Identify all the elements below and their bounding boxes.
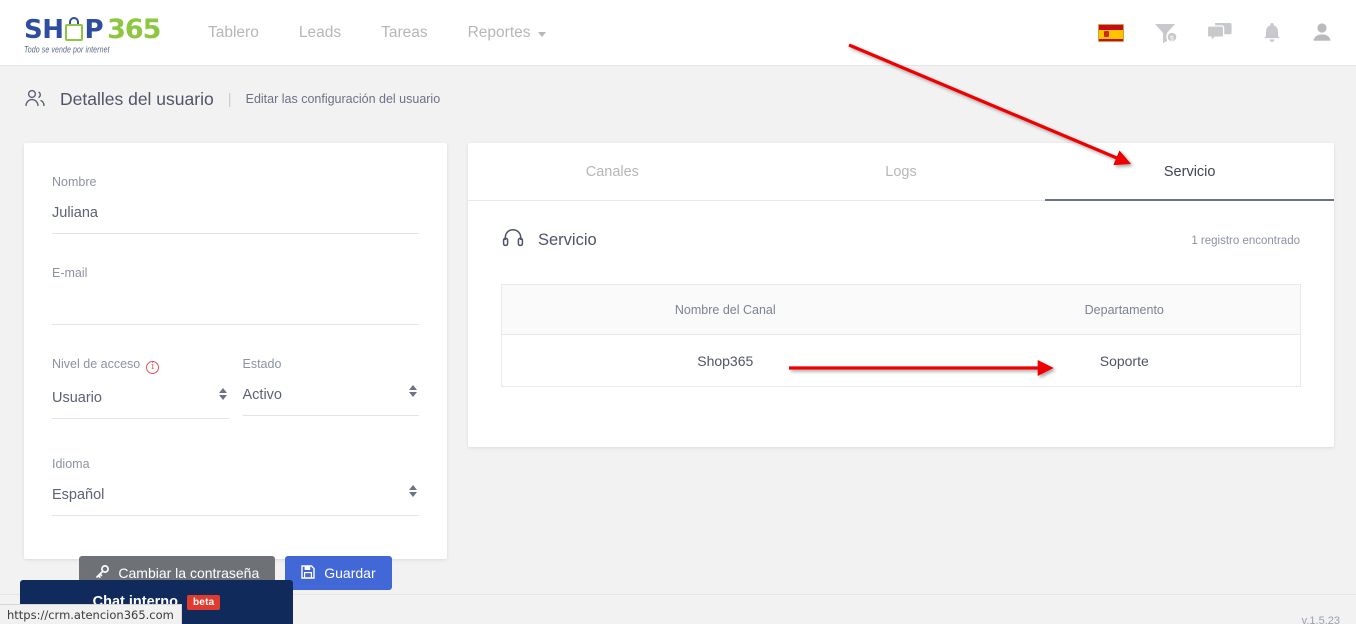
nivel-acceso-select[interactable]: Usuario — [52, 386, 229, 419]
logo-text-365: 365 — [107, 14, 161, 45]
menu-item-leads[interactable]: Leads — [279, 24, 361, 42]
flag-es-icon[interactable] — [1098, 24, 1124, 42]
app-logo[interactable]: SH P 365 Todo se vende por internet — [24, 12, 164, 56]
main-menu: Tablero Leads Tareas Reportes — [188, 0, 566, 66]
table-body: Shop365 Soporte — [502, 335, 1301, 387]
select-arrows-icon — [409, 485, 417, 497]
bell-icon[interactable] — [1262, 22, 1282, 44]
nombre-input[interactable] — [52, 201, 419, 225]
field-label-nivel-acceso: Nivel de acceso i — [52, 357, 229, 374]
user-icon[interactable] — [1312, 22, 1332, 44]
chat-icon[interactable] — [1208, 22, 1232, 44]
tab-label: Logs — [885, 163, 917, 180]
select-arrows-icon — [218, 388, 227, 400]
select-arrows-icon — [409, 385, 417, 397]
logo-text-shop: SH — [24, 14, 64, 45]
field-idioma: Idioma Español — [52, 457, 419, 516]
headset-icon — [502, 227, 524, 254]
tab-servicio[interactable]: Servicio — [1045, 143, 1334, 201]
info-circle-icon[interactable]: i — [146, 361, 160, 374]
nav-icon-group: $ — [1098, 0, 1332, 66]
page-root: SH P 365 Todo se vende por internet Tabl… — [0, 0, 1356, 624]
menu-item-label: Tareas — [381, 24, 428, 41]
field-nombre: Nombre — [52, 175, 419, 234]
tab-canales[interactable]: Canales — [468, 143, 757, 200]
logo-tagline: Todo se vende por internet — [24, 45, 110, 55]
field-underline — [52, 324, 419, 325]
save-button[interactable]: Guardar — [285, 556, 392, 590]
field-underline — [52, 418, 229, 419]
service-section-header: Servicio 1 registro encontrado — [468, 201, 1334, 254]
svg-text:$: $ — [1170, 34, 1174, 42]
menu-item-reportes[interactable]: Reportes — [448, 24, 566, 42]
column-header-departamento[interactable]: Departamento — [948, 284, 1301, 335]
form-row-access-state: Nivel de acceso i Usuario Estado Activo — [52, 357, 419, 425]
table-header-row: Nombre del Canal Departamento — [501, 284, 1301, 335]
menu-item-label: Reportes — [467, 24, 531, 41]
estado-value: Activo — [242, 387, 283, 403]
idioma-value: Español — [52, 487, 105, 503]
field-underline — [242, 415, 419, 416]
funnel-dollar-icon[interactable]: $ — [1154, 22, 1178, 44]
field-label-nombre: Nombre — [52, 175, 97, 189]
save-icon — [301, 564, 315, 582]
menu-item-label: Leads — [298, 24, 342, 41]
cell-nombre-canal: Shop365 — [697, 352, 754, 369]
key-icon — [95, 564, 110, 582]
panel-tabs: Canales Logs Servicio — [468, 143, 1334, 201]
logo-graphic: SH P 365 — [24, 16, 164, 44]
field-nivel-acceso: Nivel de acceso i Usuario — [52, 357, 229, 419]
service-section-title: Servicio — [538, 231, 597, 249]
subheader-separator: | — [227, 90, 232, 108]
browser-status-bar: https://crm.atencion365.com — [0, 604, 182, 624]
users-icon — [24, 88, 46, 110]
service-panel-card: Canales Logs Servicio Servicio 1 registr… — [468, 143, 1334, 447]
cell-departamento: Soporte — [1099, 352, 1149, 369]
field-underline — [52, 515, 419, 516]
beta-badge: beta — [187, 594, 221, 610]
nivel-acceso-value: Usuario — [52, 390, 102, 406]
table-row[interactable]: Shop365 Soporte — [502, 335, 1301, 387]
shopping-bag-icon — [64, 16, 85, 43]
change-password-label: Cambiar la contraseña — [118, 565, 260, 581]
field-underline — [52, 233, 419, 234]
page-title: Detalles del usuario — [60, 88, 214, 109]
record-count-label: 1 registro encontrado — [1191, 234, 1300, 247]
top-navigation-bar: SH P 365 Todo se vende por internet Tabl… — [0, 0, 1356, 66]
table-head: Nombre del Canal Departamento — [501, 284, 1301, 335]
user-details-form-card: Nombre E-mail Nivel de acceso i Usuario — [24, 143, 447, 590]
service-table: Nombre del Canal Departamento Shop365 So… — [501, 284, 1301, 387]
column-header-nombre-canal[interactable]: Nombre del Canal — [501, 284, 949, 335]
idioma-select[interactable]: Español — [52, 483, 419, 516]
menu-item-label: Tablero — [208, 24, 259, 41]
chevron-down-icon — [537, 31, 546, 37]
logo-text-p: P — [84, 14, 104, 45]
field-email: E-mail — [52, 266, 419, 325]
page-subtitle: Editar las configuración del usuario — [245, 92, 441, 106]
field-label-idioma: Idioma — [52, 457, 90, 471]
status-url: https://crm.atencion365.com — [7, 607, 174, 622]
field-label-email: E-mail — [52, 266, 88, 280]
save-label: Guardar — [324, 565, 376, 581]
tab-logs[interactable]: Logs — [757, 143, 1046, 200]
field-label-estado: Estado — [242, 357, 282, 371]
version-label: v.1.5.23 — [1301, 615, 1340, 624]
email-input[interactable] — [52, 292, 419, 316]
estado-select[interactable]: Activo — [242, 383, 419, 416]
tab-label: Servicio — [1163, 163, 1216, 180]
menu-item-tareas[interactable]: Tareas — [361, 24, 448, 42]
tab-label: Canales — [585, 163, 639, 180]
page-subheader: Detalles del usuario | Editar las config… — [0, 66, 1356, 132]
menu-item-tablero[interactable]: Tablero — [188, 24, 279, 42]
field-estado: Estado Activo — [242, 357, 419, 419]
field-label-text: Nivel de acceso — [52, 357, 141, 371]
